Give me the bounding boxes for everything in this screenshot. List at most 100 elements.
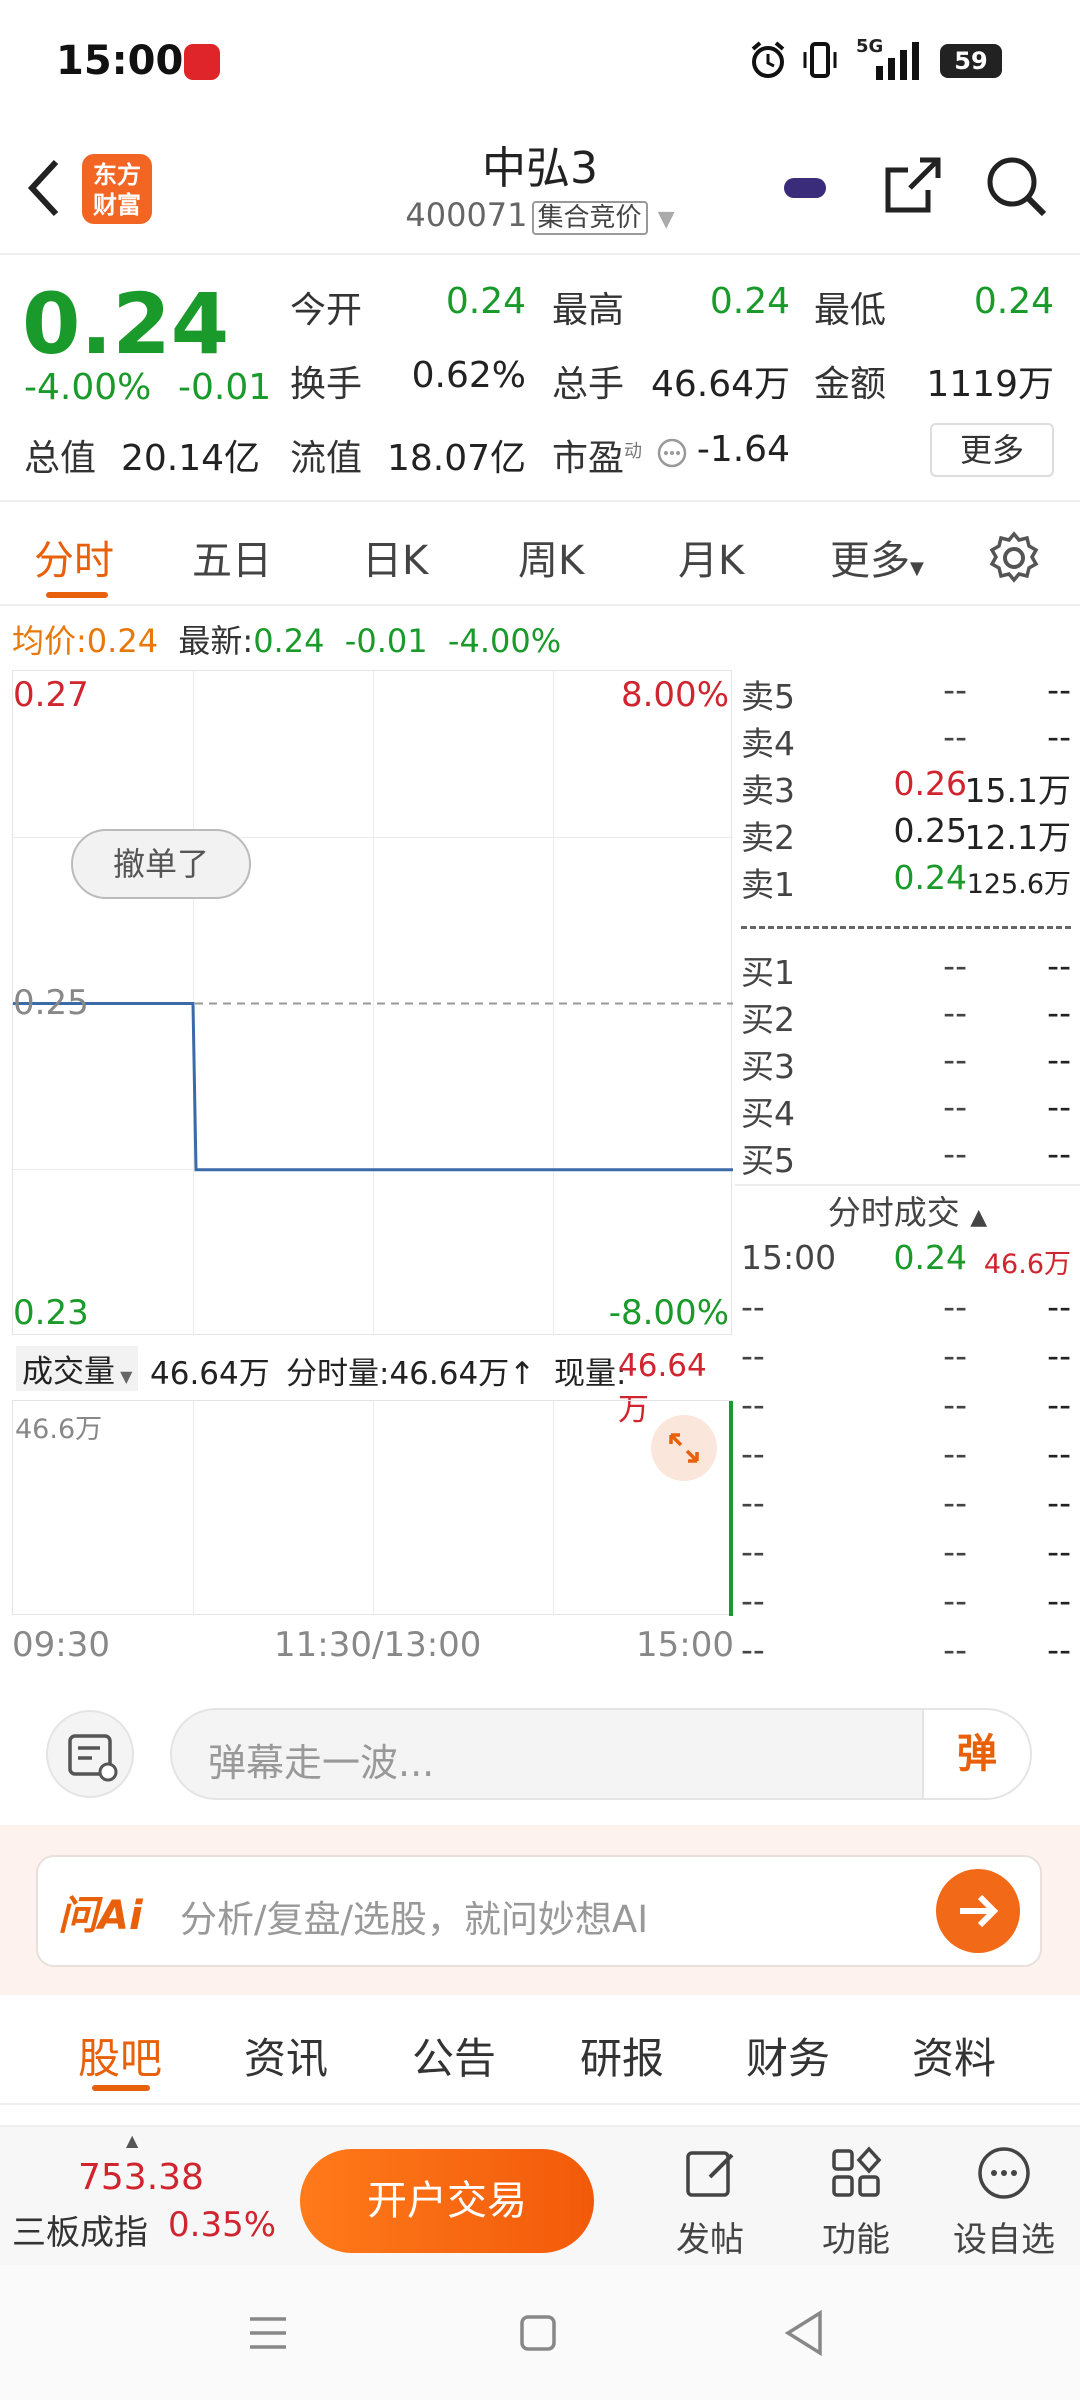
expand-arrows-icon (669, 1433, 699, 1463)
tab-profile[interactable]: 资料 (912, 2025, 996, 2086)
bids-volume: -- (1047, 946, 1071, 985)
dropdown-triangle-icon: ▼ (657, 207, 675, 232)
asks-label: 卖4 (741, 724, 795, 763)
tab-five-day[interactable]: 五日 (192, 528, 272, 586)
danmu-settings-button[interactable] (46, 1710, 134, 1798)
quote-panel: 0.24 -4.00% -0.01 今开 0.24 最高 0.24 最低 0.2… (0, 257, 1080, 502)
index-ticker[interactable]: ▲ 753.38 三板成指 0.35% (0, 2127, 290, 2267)
edit-icon (686, 2151, 734, 2197)
price-summary-line: 均价:0.24 最新:0.24 -0.01 -4.00% (12, 622, 562, 660)
settings-gear-icon[interactable] (986, 530, 1042, 586)
sort-up-icon: ▲ (970, 1205, 988, 1230)
share-icon[interactable] (880, 154, 944, 218)
status-time: 15:00 (56, 38, 184, 84)
latest-price: 0.24 (253, 622, 325, 660)
ai-input-box[interactable]: 问Ai 分析/复盘/选股，就问妙想AI (36, 1855, 1042, 1967)
asks-row: 卖4 -- -- (741, 717, 1071, 763)
asks-row: 卖2 0.25 12.1万 (741, 811, 1071, 857)
cancel-order-bubble[interactable]: 撤单了 (71, 829, 251, 899)
volume-chart[interactable]: 46.6万 (12, 1400, 733, 1616)
danmu-settings-icon (68, 1734, 118, 1782)
trades-label: -- (741, 1434, 765, 1473)
more-quote-button[interactable]: 更多 (930, 423, 1054, 477)
trades-header[interactable]: 分时成交 ▲ (735, 1184, 1080, 1238)
trades-price: -- (943, 1483, 967, 1522)
signal-icon (876, 42, 919, 80)
volume-label: 总手 (552, 364, 625, 405)
pe-dynamic-mark: 动 (624, 441, 643, 462)
asks-volume: 12.1万 (964, 818, 1071, 857)
auction-tag: 集合竞价 (531, 201, 648, 235)
back-nav-icon[interactable] (782, 2309, 826, 2357)
trades-price: -- (943, 1336, 967, 1375)
tab-intraday[interactable]: 分时 (34, 528, 114, 586)
asks-volume: -- (1047, 670, 1071, 709)
functions-button[interactable]: 功能 (796, 2143, 916, 2261)
tab-monthly-k[interactable]: 月K (678, 528, 744, 586)
ai-logo: 问Ai (58, 1893, 143, 1939)
tab-forum[interactable]: 股吧 (78, 2025, 162, 2086)
trades-label: -- (741, 1336, 765, 1375)
tab-weekly-k[interactable]: 周K (518, 528, 584, 586)
tab-more[interactable]: 更多▼ (830, 528, 924, 586)
ai-submit-button[interactable] (936, 1869, 1020, 1953)
expand-chart-button[interactable] (651, 1415, 717, 1481)
open-account-button[interactable]: 开户交易 (300, 2149, 594, 2253)
asks-label: 卖1 (741, 865, 795, 904)
market-cap-label: 总值 (24, 438, 97, 479)
trades-label: -- (741, 1532, 765, 1571)
bids-label: 买3 (741, 1047, 795, 1086)
home-icon[interactable] (516, 2311, 560, 2355)
float-cap-label: 流值 (290, 438, 363, 479)
index-change-pct: 0.35% (168, 2205, 277, 2245)
latest-change: -0.01 (344, 622, 428, 660)
alarm-icon (751, 41, 785, 78)
open-value: 0.24 (445, 281, 526, 322)
active-tab-underline (46, 592, 108, 598)
forum-tab-underline (92, 2085, 150, 2091)
y-min-label: 0.23 (13, 1293, 89, 1333)
bids-row: 买4 -- -- (741, 1087, 1071, 1133)
notification-app-icon (184, 44, 220, 80)
volume-value: 46.64万 (650, 364, 790, 405)
x-end-label: 15:00 (636, 1625, 734, 1665)
bids-row: 买5 -- -- (741, 1134, 1071, 1180)
tab-daily-k[interactable]: 日K (362, 528, 428, 586)
tab-research[interactable]: 研报 (580, 2025, 664, 2086)
tab-financials[interactable]: 财务 (746, 2025, 830, 2086)
danmu-input[interactable]: 弹幕走一波... 弹 (170, 1708, 1032, 1800)
volume-indicator-selector[interactable]: 成交量 ▼ (16, 1346, 139, 1391)
x-start-label: 09:30 (12, 1625, 110, 1665)
trades-label: -- (741, 1287, 765, 1326)
tab-news[interactable]: 资讯 (244, 2025, 328, 2086)
trades-price: -- (943, 1385, 967, 1424)
recent-apps-icon[interactable] (246, 2311, 290, 2355)
bids-label: 买2 (741, 1000, 795, 1039)
assistant-avatar[interactable] (766, 150, 844, 228)
bottom-action-bar: ▲ 753.38 三板成指 0.35% 开户交易 发帖 功能 设自选 (0, 2125, 1080, 2265)
danmu-bar: 弹幕走一波... 弹 (0, 1680, 1080, 1825)
bids-volume: -- (1047, 1087, 1071, 1126)
bids-label: 买1 (741, 953, 795, 992)
danmu-send-button[interactable]: 弹 (922, 1710, 1030, 1798)
volume-header: 成交量 ▼ 46.64万 分时量:46.64万↑ 现量: 46.64万 (12, 1340, 732, 1428)
asks-volume: 15.1万 (964, 771, 1071, 810)
change-pct: -4.00% (24, 367, 152, 408)
pct-min-label: -8.00% (608, 1293, 729, 1333)
caret-down-icon: ▼ (910, 558, 924, 579)
bids-price: -- (943, 993, 967, 1032)
info-dots-icon[interactable] (656, 437, 688, 469)
index-name: 三板成指 (12, 2213, 148, 2253)
period-tabs: 分时 五日 日K 周K 月K 更多▼ (0, 504, 1080, 606)
post-button[interactable]: 发帖 (650, 2143, 770, 2261)
intraday-chart[interactable]: 0.27 8.00% 0.25 0.23 -8.00% 撤单了 (12, 670, 733, 1336)
trades-row: -- -- -- (741, 1483, 1071, 1529)
tab-announcements[interactable]: 公告 (412, 2025, 496, 2086)
price-line-plot (13, 1002, 733, 1172)
bids-row: 买1 -- -- (741, 946, 1071, 992)
add-watchlist-button[interactable]: 设自选 (944, 2143, 1064, 2261)
search-icon[interactable] (984, 154, 1050, 220)
arrow-right-icon (960, 1894, 999, 1928)
grid-apps-icon (832, 2146, 882, 2197)
asks-label: 卖2 (741, 818, 795, 857)
